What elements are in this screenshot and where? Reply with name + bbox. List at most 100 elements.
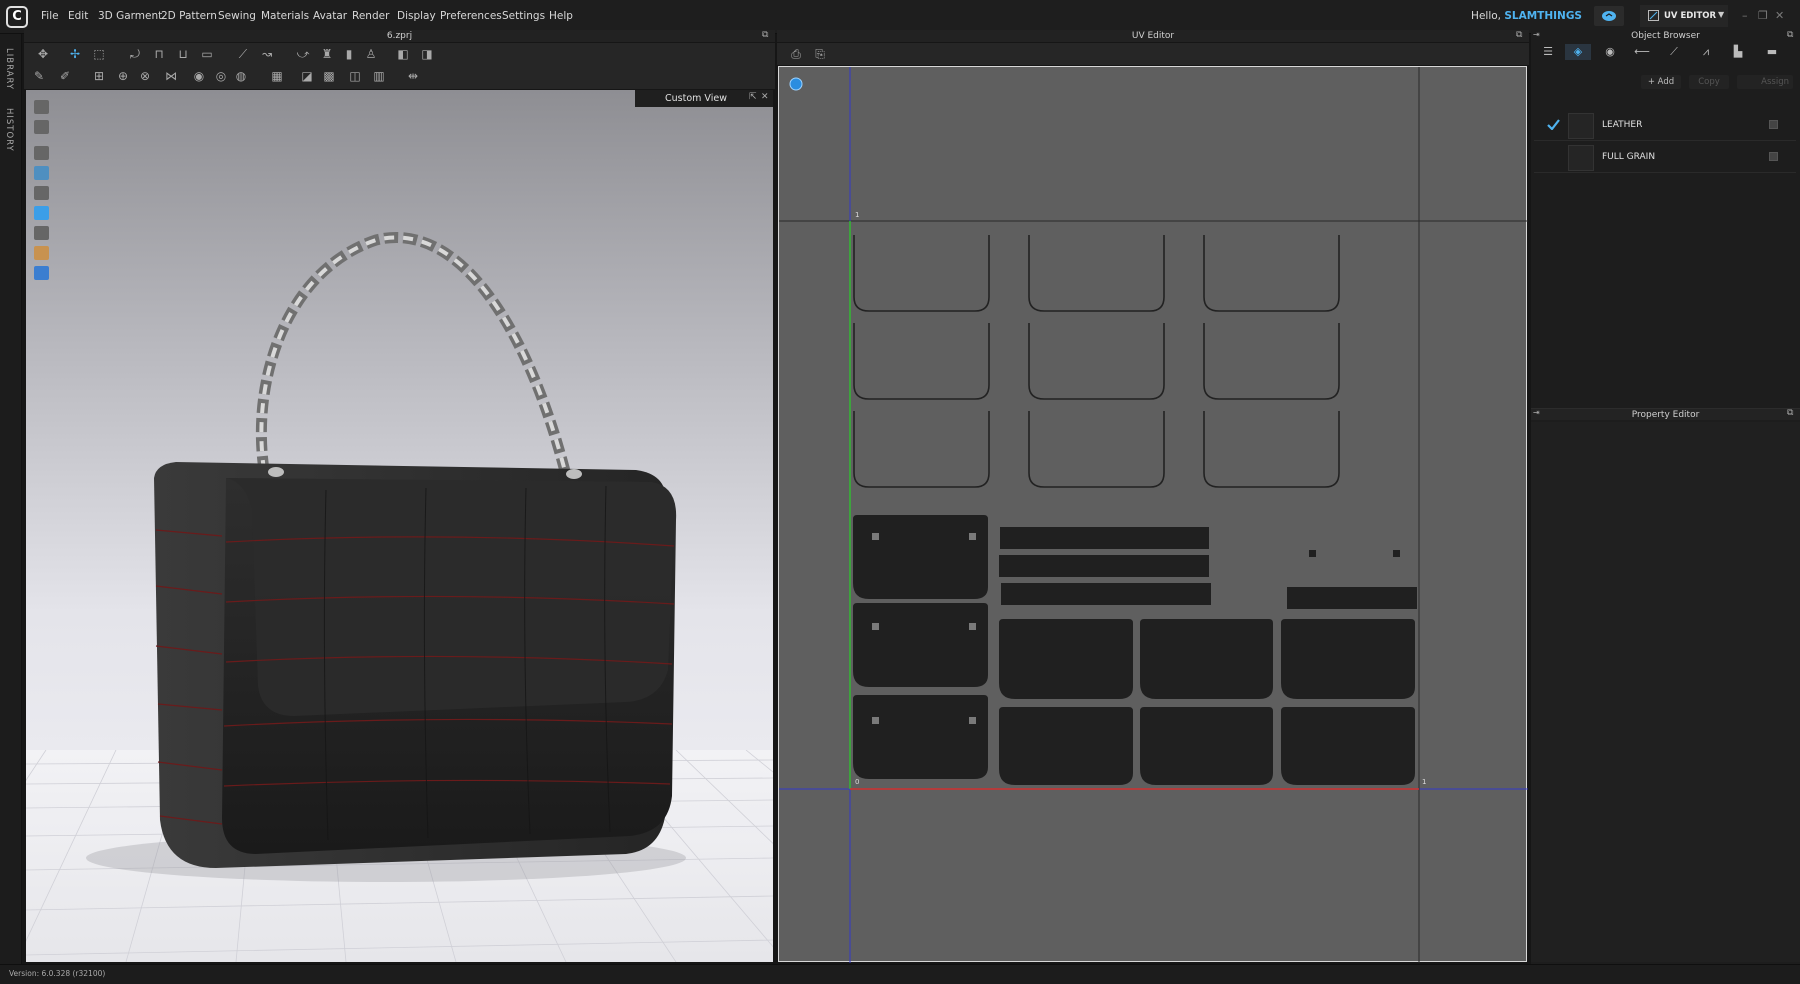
material-name: LEATHER <box>1602 120 1643 130</box>
measure-icon[interactable]: ▭ <box>200 48 214 60</box>
assign-button[interactable]: Assign <box>1737 75 1793 89</box>
button-tool-icon[interactable]: ⊕ <box>116 70 130 82</box>
button-icon[interactable]: ◉ <box>1597 44 1623 60</box>
maximize-3d-icon[interactable]: ⧉ <box>762 30 768 40</box>
layer2-icon[interactable]: ◨ <box>420 48 434 60</box>
camera-icon[interactable]: ⎙ <box>789 48 803 60</box>
object-browser-title-text: Object Browser <box>1631 31 1700 41</box>
right-panel: Object Browser ⧉ ⇥ ☰ ◈ ◉ ⟵ ⟋ ⩘ ▙ ▬ + Add… <box>1531 30 1800 964</box>
menu-help[interactable]: Help <box>549 10 573 22</box>
texture-icon[interactable]: ▦ <box>270 70 284 82</box>
user-name[interactable]: SLAMTHINGS <box>1504 10 1582 22</box>
add-button[interactable]: + Add <box>1641 75 1681 89</box>
trim-tool-icon[interactable]: ◉ <box>192 70 206 82</box>
tape-icon[interactable]: ◍ <box>234 70 248 82</box>
pin-icon[interactable]: ⇱ <box>749 92 757 102</box>
cloud-sync-button[interactable] <box>1594 6 1624 26</box>
material-row-leather[interactable]: LEATHER <box>1534 109 1796 141</box>
graphic-tool-icon[interactable]: ◪ <box>300 70 314 82</box>
maximize-property-icon[interactable]: ⧉ <box>1787 408 1793 418</box>
sleeve-icon[interactable]: ▮ <box>342 48 356 60</box>
texture-mode-icon[interactable] <box>34 166 49 180</box>
close-view-icon[interactable]: ✕ <box>761 92 769 102</box>
3d-viewport[interactable] <box>0 90 1007 963</box>
select-icon[interactable]: ✥ <box>36 48 50 60</box>
pin-icon[interactable]: ⊓ <box>152 48 166 60</box>
maximize-uv-icon[interactable]: ⧉ <box>1516 30 1522 40</box>
trim-icon[interactable]: ▬ <box>1759 44 1785 60</box>
brush-icon[interactable]: ✐ <box>58 70 72 82</box>
material-row-full-grain[interactable]: FULL GRAIN <box>1534 141 1796 173</box>
menu-render[interactable]: Render <box>352 10 389 22</box>
lock-icon[interactable] <box>1769 120 1778 129</box>
stitch-icon[interactable]: ⋈ <box>164 70 178 82</box>
tab-history[interactable]: HISTORY <box>4 108 14 152</box>
buttonhole-icon[interactable]: ⊗ <box>138 70 152 82</box>
cloud-icon <box>1602 11 1616 21</box>
garment-display-icon[interactable] <box>34 120 49 134</box>
uv-layout[interactable] <box>779 67 1528 963</box>
topstitch-icon[interactable]: ⟋ <box>1661 44 1687 60</box>
menu-file[interactable]: File <box>41 10 59 22</box>
menu-materials[interactable]: Materials <box>261 10 309 22</box>
minimize-icon[interactable]: – <box>1742 9 1748 22</box>
globe-icon[interactable] <box>34 266 49 280</box>
menu-display[interactable]: Display <box>397 10 436 22</box>
graphic-icon[interactable]: ▙ <box>1725 44 1751 60</box>
app-logo[interactable]: C <box>6 6 28 28</box>
shirt-icon[interactable]: ♙ <box>364 48 378 60</box>
avatar-display-icon[interactable] <box>34 100 49 114</box>
arrange-icon[interactable]: ⤻ <box>296 48 310 60</box>
menu-avatar[interactable]: Avatar <box>313 10 347 22</box>
fabric-icon[interactable]: ◈ <box>1565 44 1591 60</box>
lock-icon[interactable] <box>1769 152 1778 161</box>
object-browser-title: Object Browser <box>1531 30 1800 42</box>
copy-button[interactable]: Copy <box>1689 75 1729 89</box>
shoe-icon[interactable] <box>34 226 49 240</box>
tab-library[interactable]: LIBRARY <box>4 48 14 90</box>
chevron-down-icon[interactable]: ▼ <box>1718 10 1724 19</box>
avatar-icon[interactable] <box>34 186 49 200</box>
uv-origin-label: 0 <box>855 778 860 786</box>
handbag-model[interactable] <box>26 90 773 962</box>
tack-icon[interactable]: ⊔ <box>176 48 190 60</box>
garment-icon[interactable]: ♜ <box>320 48 334 60</box>
line-icon[interactable]: ⟋ <box>236 48 250 60</box>
menu-preferences[interactable]: Preferences <box>440 10 502 22</box>
zipper-icon[interactable]: ⟵ <box>1629 44 1655 60</box>
maximize-browser-icon[interactable]: ⧉ <box>1787 30 1793 40</box>
menu-3d-garment[interactable]: 3D Garment <box>98 10 162 22</box>
menu-2d-pattern[interactable]: 2D Pattern <box>161 10 217 22</box>
property-editor-title: Property Editor <box>1531 408 1800 420</box>
split-icon[interactable]: ⇹ <box>406 70 420 82</box>
menu-edit[interactable]: Edit <box>68 10 88 22</box>
transform-icon[interactable]: ⬚ <box>92 48 106 60</box>
uv-unit-x-label: 1 <box>1422 778 1427 786</box>
uv-canvas[interactable]: 0 1 1 <box>778 66 1528 963</box>
menu-settings[interactable]: Settings <box>502 10 545 22</box>
move-icon[interactable]: ✢ <box>68 48 82 60</box>
checkmark-icon <box>1547 119 1560 130</box>
mode-selector[interactable]: UV EDITOR <box>1640 5 1728 27</box>
restore-icon[interactable]: ❐ <box>1758 9 1768 22</box>
skin-icon[interactable] <box>34 246 49 260</box>
puckering-icon[interactable]: ⩘ <box>1693 44 1719 60</box>
snapshot-icon[interactable]: ⎘ <box>813 48 827 60</box>
render-mode-icon[interactable] <box>34 146 49 160</box>
list-icon[interactable]: ☰ <box>1535 44 1561 60</box>
menu-sewing[interactable]: Sewing <box>218 10 256 22</box>
fold-icon[interactable]: ⤾ <box>128 48 142 60</box>
pin-browser-icon[interactable]: ⇥ <box>1533 30 1540 39</box>
puckering-tool-icon[interactable]: ◎ <box>214 70 228 82</box>
pin-property-icon[interactable]: ⇥ <box>1533 408 1540 417</box>
zipper-tool-icon[interactable]: ⊞ <box>92 70 106 82</box>
graphic-edit-icon[interactable]: ▩ <box>322 70 336 82</box>
fabric-texture-icon[interactable]: ◫ <box>348 70 362 82</box>
fabric-view-icon[interactable] <box>34 206 49 220</box>
layer-icon[interactable]: ◧ <box>396 48 410 60</box>
fabric-edit-icon[interactable]: ▥ <box>372 70 386 82</box>
close-icon[interactable]: ✕ <box>1775 9 1784 22</box>
curve-icon[interactable]: ↝ <box>260 48 274 60</box>
sphere-icon[interactable] <box>789 77 803 91</box>
avatar-pose-icon[interactable]: ✎ <box>32 70 46 82</box>
